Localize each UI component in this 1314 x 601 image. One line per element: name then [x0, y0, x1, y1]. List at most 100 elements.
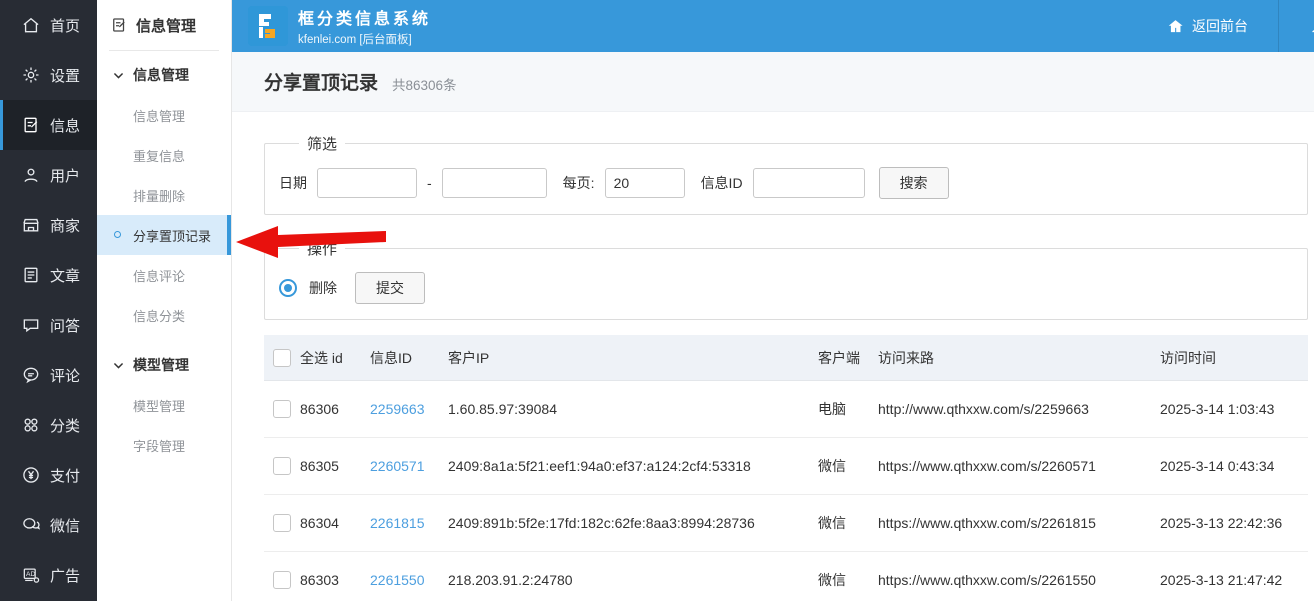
main-sidebar: 首页 设置 信息 用户 商家 文章 问答 评论 分类 支付 微信 AD 广告 — [0, 0, 97, 601]
admin-settings-button[interactable]: 管理员设置 — [1278, 0, 1314, 52]
sidebar-item-payment[interactable]: 支付 — [0, 450, 97, 500]
cell-id: 86306 — [300, 401, 339, 417]
submenu-group-label: 信息管理 — [133, 67, 189, 83]
submenu-item-label: 信息管理 — [133, 108, 186, 124]
submenu-item-info-management[interactable]: 信息管理 — [97, 95, 231, 135]
submenu-group-info-management[interactable]: 信息管理 — [97, 55, 231, 95]
submenu-item-info-categories[interactable]: 信息分类 — [97, 295, 231, 335]
cell-referrer: https://www.qthxxw.com/s/2261815 — [878, 515, 1096, 531]
submenu-group-model-management[interactable]: 模型管理 — [97, 345, 231, 385]
cell-id: 86303 — [300, 572, 339, 588]
app-title: 框分类信息系统 — [298, 11, 432, 28]
sidebar-item-merchants[interactable]: 商家 — [0, 200, 97, 250]
submenu-item-batch-delete[interactable]: 排量删除 — [97, 175, 231, 215]
svg-text:AD: AD — [26, 571, 35, 578]
per-page-input[interactable] — [604, 168, 685, 198]
submenu-item-info-comments[interactable]: 信息评论 — [97, 255, 231, 295]
sidebar-item-label: 广告 — [50, 567, 81, 585]
sidebar-item-label: 设置 — [50, 67, 81, 85]
submenu-item-label: 模型管理 — [133, 398, 186, 414]
qa-icon — [21, 315, 41, 335]
content-area: 筛选 日期 - 每页: 信息ID 搜索 操作 删除 提交 — [232, 112, 1314, 601]
app-logo-icon — [248, 6, 288, 46]
sidebar-item-categories[interactable]: 分类 — [0, 400, 97, 450]
info-id-input[interactable] — [752, 168, 865, 198]
submenu-item-duplicate-info[interactable]: 重复信息 — [97, 135, 231, 175]
sidebar-item-info[interactable]: 信息 — [0, 100, 97, 150]
sidebar-item-ads[interactable]: AD 广告 — [0, 550, 97, 600]
record-count: 共86306条 — [392, 77, 457, 93]
back-to-frontend-button[interactable]: 返回前台 — [1137, 0, 1278, 52]
admin-user-icon — [1309, 18, 1314, 35]
sidebar-item-settings[interactable]: 设置 — [0, 50, 97, 100]
cell-time: 2025-3-14 1:03:43 — [1160, 401, 1275, 417]
delete-radio[interactable] — [279, 279, 297, 297]
table-row: 86305 2260571 2409:8a1a:5f21:eef1:94a0:e… — [264, 438, 1308, 495]
submenu-item-share-pin-records[interactable]: 分享置顶记录 — [97, 215, 231, 255]
sidebar-item-users[interactable]: 用户 — [0, 150, 97, 200]
brand-text: 框分类信息系统 kfenlei.com [后台面板] — [298, 5, 431, 47]
pay-icon — [21, 465, 41, 485]
cell-time: 2025-3-13 22:42:36 — [1160, 515, 1283, 531]
cell-referrer: https://www.qthxxw.com/s/2260571 — [878, 458, 1096, 474]
date-label: 日期 — [279, 175, 307, 191]
cell-client: 微信 — [818, 458, 846, 474]
info-id-link[interactable]: 2261550 — [370, 572, 448, 588]
col-header-time: 访问时间 — [1160, 349, 1216, 366]
cell-time: 2025-3-13 21:47:42 — [1160, 572, 1283, 588]
submenu-item-model-management[interactable]: 模型管理 — [97, 385, 231, 425]
ad-icon: AD — [21, 565, 41, 585]
cell-referrer: https://www.qthxxw.com/s/2261550 — [878, 572, 1096, 588]
top-header: 框分类信息系统 kfenlei.com [后台面板] 返回前台 管理员设置 退出… — [232, 0, 1314, 52]
row-checkbox[interactable] — [273, 457, 291, 475]
sidebar-item-label: 商家 — [50, 217, 81, 235]
category-icon — [21, 415, 41, 435]
sidebar-item-articles[interactable]: 文章 — [0, 250, 97, 300]
cell-client-ip: 218.203.91.2:24780 — [448, 572, 573, 588]
cell-referrer: http://www.qthxxw.com/s/2259663 — [878, 401, 1089, 417]
col-header-select-id: 全选 id — [300, 349, 343, 366]
date-separator: - — [427, 175, 432, 191]
col-header-client: 客户端 — [818, 349, 860, 366]
wechat-icon — [21, 515, 41, 535]
sidebar-item-wechat[interactable]: 微信 — [0, 500, 97, 550]
actions-legend: 操作 — [307, 241, 338, 258]
info-id-link[interactable]: 2261815 — [370, 515, 448, 531]
cell-client: 微信 — [818, 515, 846, 531]
actions-panel: 操作 删除 提交 — [264, 238, 1308, 320]
date-to-input[interactable] — [441, 168, 547, 198]
per-page-label: 每页: — [562, 175, 595, 191]
row-checkbox[interactable] — [273, 514, 291, 532]
date-from-input[interactable] — [317, 168, 417, 198]
actions-row: 删除 提交 — [279, 272, 1293, 304]
table-row: 86303 2261550 218.203.91.2:24780 微信 http… — [264, 552, 1308, 601]
app-subtitle: kfenlei.com [后台面板] — [298, 34, 412, 46]
search-button[interactable]: 搜索 — [878, 167, 949, 199]
sidebar-item-label: 信息 — [50, 117, 81, 135]
info-id-label: 信息ID — [700, 175, 743, 191]
info-id-link[interactable]: 2260571 — [370, 458, 448, 474]
filter-panel: 筛选 日期 - 每页: 信息ID 搜索 — [264, 133, 1308, 215]
row-checkbox[interactable] — [273, 400, 291, 418]
row-checkbox[interactable] — [273, 571, 291, 589]
divider — [109, 50, 219, 51]
sidebar-item-qa[interactable]: 问答 — [0, 300, 97, 350]
submenu-item-label: 重复信息 — [133, 148, 186, 164]
sidebar-item-label: 微信 — [50, 517, 81, 535]
article-icon — [21, 265, 41, 285]
delete-radio-label: 删除 — [309, 280, 337, 296]
cell-client-ip: 2409:891b:5f2e:17fd:182c:62fe:8aa3:8994:… — [448, 515, 755, 531]
sidebar-item-label: 分类 — [50, 417, 81, 435]
sidebar-item-home[interactable]: 首页 — [0, 0, 97, 50]
info-doc-icon — [21, 115, 41, 135]
submenu-title-label: 信息管理 — [136, 17, 197, 35]
submit-button[interactable]: 提交 — [355, 272, 425, 304]
sidebar-item-label: 问答 — [50, 317, 81, 335]
info-id-link[interactable]: 2259663 — [370, 401, 448, 417]
sidebar-item-comments[interactable]: 评论 — [0, 350, 97, 400]
submenu-item-field-management[interactable]: 字段管理 — [97, 425, 231, 465]
store-icon — [21, 215, 41, 235]
select-all-checkbox[interactable] — [273, 348, 291, 367]
cell-client: 微信 — [818, 572, 846, 588]
submenu-item-label: 信息评论 — [133, 268, 186, 284]
